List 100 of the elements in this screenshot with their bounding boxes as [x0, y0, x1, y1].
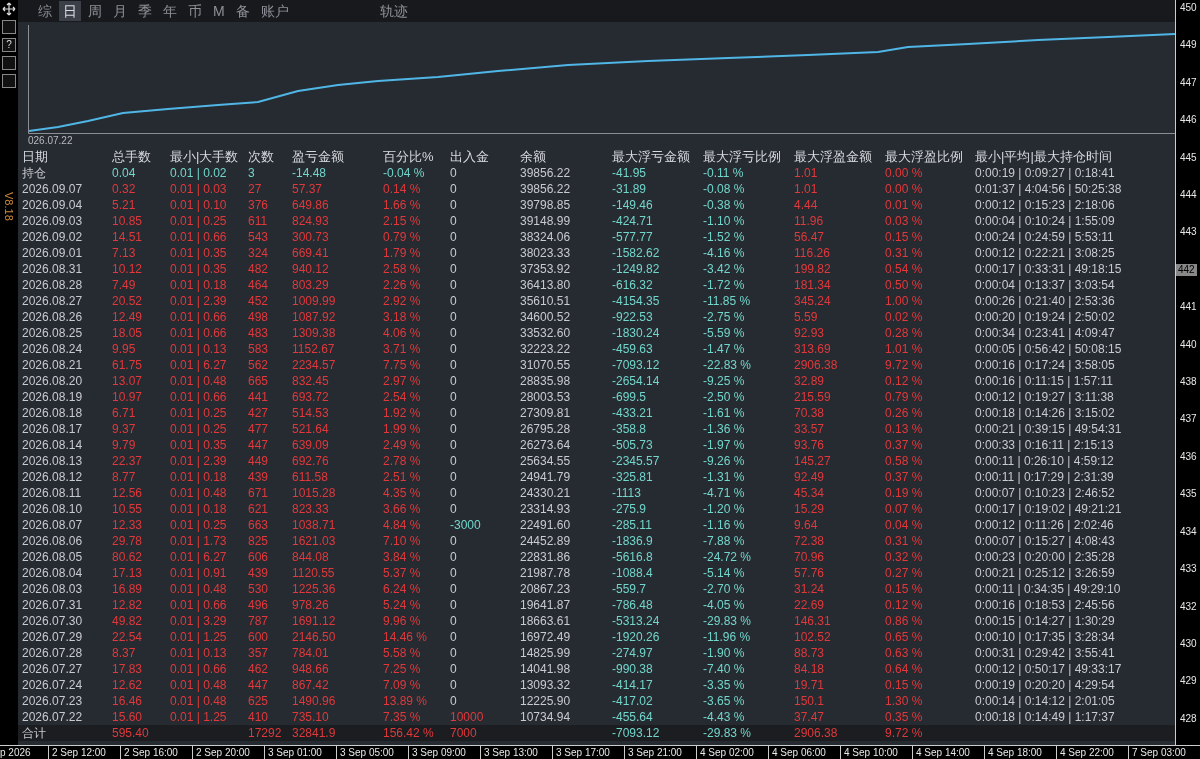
table-cell-text: 867.42 — [292, 677, 330, 693]
toolbar-tab[interactable]: 年 — [159, 1, 181, 21]
table-cell-text: 2026.08.13 — [22, 453, 84, 469]
move-icon[interactable] — [2, 2, 16, 16]
table-cell-text: 0.01 | 0.66 — [170, 309, 228, 325]
table-cell-text: 1009.99 — [292, 293, 337, 309]
table-cell-text: 0.07 % — [885, 501, 924, 517]
help-button[interactable]: ? — [2, 38, 16, 52]
table-cell-text: 2026.07.30 — [22, 613, 84, 629]
toolbar-tab[interactable]: 综 — [34, 1, 56, 21]
table-cell-text: 39856.22 — [520, 165, 572, 181]
table-cell-text: 0:00:10 | 0:17:35 | 3:28:34 — [975, 629, 1116, 645]
table-cell-text: 803.29 — [292, 277, 330, 293]
toolbar-tab[interactable]: 月 — [109, 1, 131, 21]
toolbar-tab[interactable]: 周 — [84, 1, 106, 21]
table-cell-text: 0.01 | 0.35 — [170, 437, 228, 453]
table-cell-text: 9.72 % — [885, 357, 924, 373]
table-cell-text: 0.02 % — [885, 309, 924, 325]
table-cell-text: 0 — [450, 357, 458, 373]
table-cell-text: 116.26 — [794, 245, 831, 261]
table-cell-text: 0.37 % — [885, 437, 924, 453]
table-cell-text: 0.03 % — [885, 213, 924, 229]
table-cell-text: 0.01 | 0.25 — [170, 421, 228, 437]
column-header: 最大浮盈比例 — [885, 149, 964, 165]
toolbar-tab[interactable]: 日 — [59, 1, 81, 21]
panel-button-icon[interactable] — [2, 56, 16, 70]
table-cell-text: 0 — [450, 581, 458, 597]
table-cell-text: -3.42 % — [703, 261, 746, 277]
table-cell-text: 5.24 % — [383, 597, 422, 613]
time-label: 3 Sep 01:00 — [268, 746, 322, 759]
table-cell-text: 477 — [248, 421, 270, 437]
table-cell-text: 70.38 — [794, 405, 826, 421]
price-label: 441 — [1179, 301, 1197, 314]
table-cell-text: 0.01 | 1.73 — [170, 533, 228, 549]
panel-button-icon[interactable] — [2, 74, 16, 88]
table-cell-text: 2026.08.19 — [22, 389, 84, 405]
table-cell-text: 345.24 — [794, 293, 832, 309]
table-cell-text: -1.47 % — [703, 341, 746, 357]
table-cell-text: 146.31 — [794, 613, 832, 629]
table-cell-text: 0:00:05 | 0:56:42 | 50:08:15 — [975, 341, 1123, 357]
price-label: 447 — [1179, 76, 1197, 89]
table-cell-text: 15.29 — [794, 501, 826, 517]
table-cell-text: 665 — [248, 373, 270, 389]
table-cell-text: 102.52 — [794, 629, 832, 645]
table-cell-text: 36413.80 — [520, 277, 572, 293]
table-cell-text: -11.96 % — [703, 629, 752, 645]
table-cell-text: 0 — [450, 229, 458, 245]
table-cell-text: 84.18 — [794, 661, 826, 677]
column-header: 盈亏金额 — [292, 149, 345, 165]
toolbar-tab[interactable]: 账户 — [256, 1, 293, 21]
time-label: 4 Sep 22:00 — [1060, 746, 1114, 759]
table-cell-text: 21987.78 — [520, 565, 572, 581]
table-cell-text: 0.50 % — [885, 277, 924, 293]
table-cell-text: -14.48 — [292, 165, 328, 181]
table-cell-text: -29.83 % — [703, 725, 753, 741]
price-label: 435 — [1179, 488, 1197, 501]
time-label: 7 Sep 03:00 — [1132, 746, 1186, 759]
table-cell-text: 0.01 | 0.66 — [170, 389, 228, 405]
table-cell-text: 10000 — [450, 709, 485, 725]
table-cell-text: 0:00:14 | 0:14:12 | 2:01:05 — [975, 693, 1116, 709]
table-cell-text: 0:00:04 | 0:10:24 | 1:55:09 — [975, 213, 1116, 229]
table-cell-text: 0:00:19 | 0:20:20 | 4:29:54 — [975, 677, 1116, 693]
table-cell-text: 0 — [450, 325, 458, 341]
toolbar-tab[interactable]: 轨迹 — [375, 1, 412, 21]
time-label: 3 Sep 13:00 — [484, 746, 538, 759]
table-cell-text: -1249.82 — [612, 261, 661, 277]
table-cell-text: -31.89 — [612, 181, 648, 197]
table-cell-text: 24941.79 — [520, 469, 572, 485]
table-cell-text: 0 — [450, 213, 458, 229]
table-cell-text: 0.01 | 2.39 — [170, 453, 228, 469]
table-cell-text: 0 — [450, 165, 458, 181]
table-cell-text: 7.25 % — [383, 661, 422, 677]
version-label: V8.18 — [3, 192, 15, 221]
table-cell-text: 543 — [248, 229, 270, 245]
table-cell-text: -5.59 % — [703, 325, 746, 341]
table-cell-text: 3.66 % — [383, 501, 422, 517]
table-cell-text: 0.79 % — [885, 389, 924, 405]
table-cell-text: 0.01 | 0.35 — [170, 245, 228, 261]
panel-button-icon[interactable] — [2, 20, 16, 34]
table-cell-text: 0.37 % — [885, 469, 924, 485]
table-cell-text: 692.76 — [292, 453, 330, 469]
table-cell-text: 31070.55 — [520, 357, 572, 373]
table-cell-text: 0.01 | 0.48 — [170, 373, 228, 389]
table-cell-text: 145.27 — [794, 453, 832, 469]
table-cell-text: 2026.08.10 — [22, 501, 84, 517]
table-cell-text: -2.70 % — [703, 581, 746, 597]
table-cell-text: -22.83 % — [703, 357, 753, 373]
toolbar-tab[interactable]: 币 — [184, 1, 206, 21]
table-cell-text: -7093.12 — [612, 357, 661, 373]
toolbar-tab[interactable]: 备 — [231, 1, 254, 21]
table-cell-text: 300.73 — [292, 229, 330, 245]
toolbar-tab[interactable]: M — [209, 1, 229, 21]
table-cell-text: 0:00:12 | 0:22:21 | 3:08:25 — [975, 245, 1116, 261]
toolbar-tab[interactable]: 季 — [134, 1, 156, 21]
table-cell-text: 313.69 — [794, 341, 832, 357]
table-cell-text: 0.01 | 3.29 — [170, 613, 228, 629]
table-cell-text: 0 — [450, 533, 458, 549]
table-cell-text: 32223.22 — [520, 341, 572, 357]
table-cell-text: 462 — [248, 661, 270, 677]
table-cell-text: 10.97 — [112, 389, 144, 405]
